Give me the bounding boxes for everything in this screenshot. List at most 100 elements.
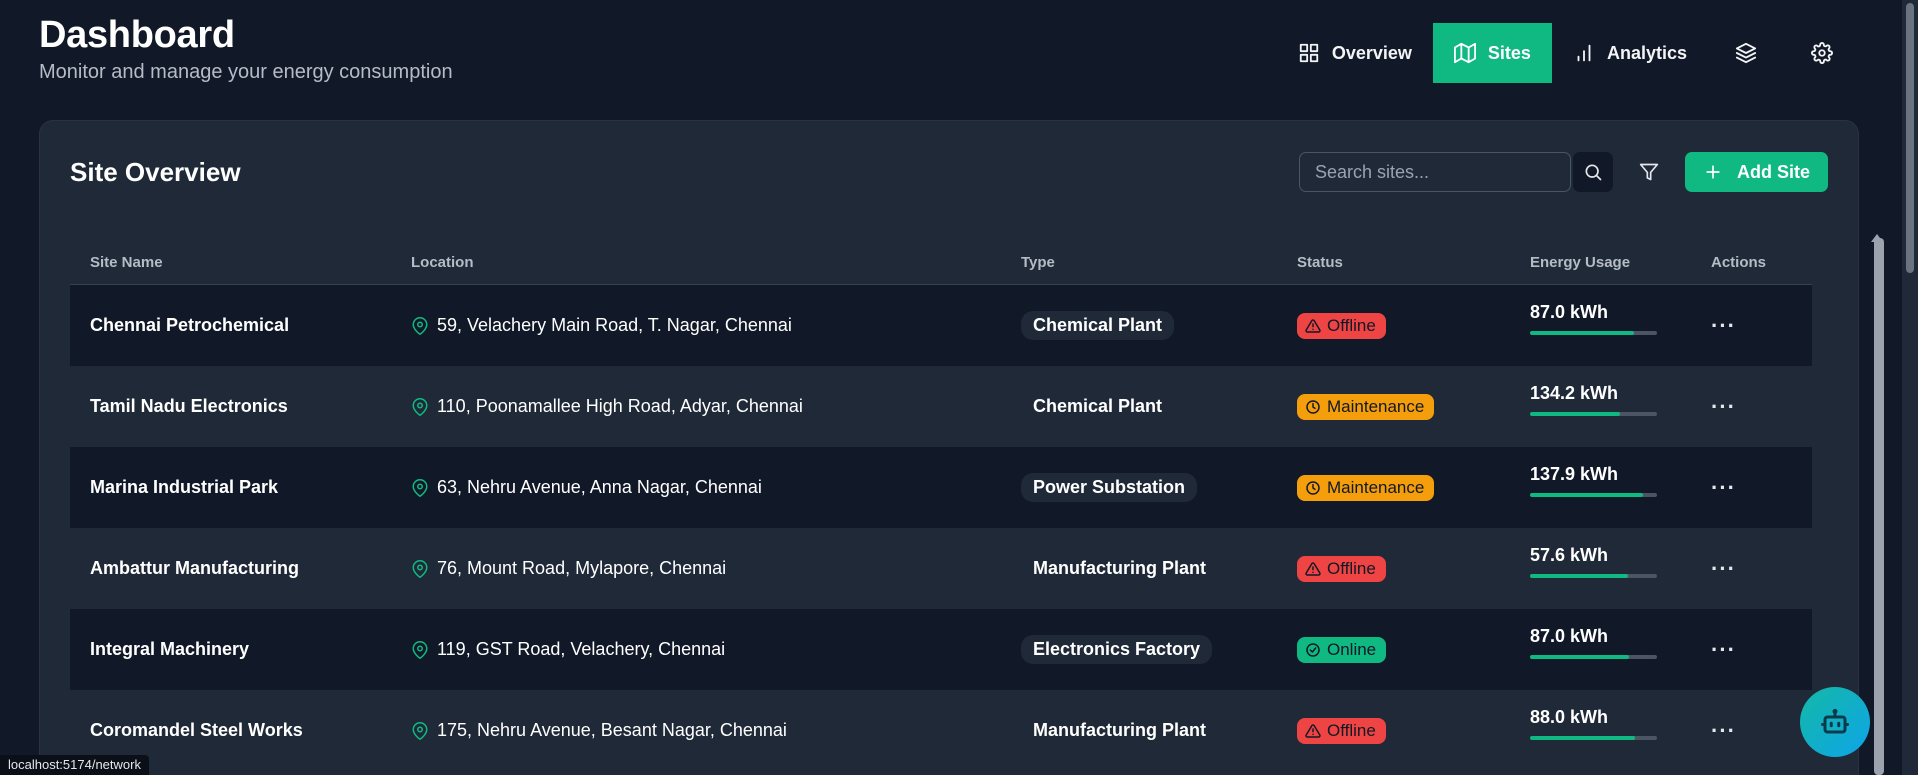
site-energy: 137.9 kWh (1530, 464, 1698, 497)
more-actions-icon[interactable]: ··· (1711, 556, 1736, 581)
status-badge-label: Offline (1327, 315, 1376, 335)
site-location-text: 110, Poonamallee High Road, Adyar, Chenn… (437, 396, 803, 416)
energy-progress-fill (1530, 655, 1630, 659)
column-header-energy-usage[interactable]: Energy Usage (1530, 254, 1698, 271)
page-subtitle: Monitor and manage your energy consumpti… (39, 61, 453, 83)
column-header-type[interactable]: Type (1021, 254, 1297, 271)
clock-icon (1306, 399, 1320, 414)
search-icon (1585, 164, 1602, 181)
site-actions: ··· (1698, 313, 1812, 339)
table-row[interactable]: Marina Industrial Park 63, Nehru Avenue,… (70, 447, 1812, 528)
site-location: 175, Nehru Avenue, Besant Nagar, Chennai (411, 720, 1021, 741)
layers-icon (1735, 42, 1757, 64)
table-row[interactable]: Tamil Nadu Electronics 110, Poonamallee … (70, 366, 1812, 447)
settings-button[interactable] (1784, 23, 1860, 83)
energy-progress-bar (1530, 736, 1657, 740)
nav-sites-label: Sites (1487, 42, 1531, 63)
plus-icon (1706, 165, 1720, 179)
more-actions-icon[interactable]: ··· (1711, 475, 1736, 500)
card-title: Site Overview (70, 157, 241, 187)
energy-progress-fill (1530, 736, 1636, 740)
table-row[interactable]: Coromandel Steel Works 175, Nehru Avenue… (70, 690, 1812, 771)
site-type-pill: Manufacturing Plant (1033, 558, 1207, 578)
column-header-location[interactable]: Location (411, 254, 1021, 271)
more-actions-icon[interactable]: ··· (1711, 718, 1736, 743)
site-actions: ··· (1698, 556, 1812, 582)
status-badge-label: Offline (1327, 558, 1376, 578)
table-row[interactable]: Chennai Petrochemical 59, Velachery Main… (70, 285, 1812, 366)
add-site-button[interactable]: Add Site (1684, 152, 1828, 192)
column-header-actions: Actions (1711, 254, 1767, 271)
filter-icon (1639, 163, 1659, 181)
site-type: Manufacturing Plant (1021, 716, 1297, 745)
assistant-bot-button[interactable] (1800, 687, 1870, 757)
site-name: Ambattur Manufacturing (90, 558, 299, 578)
table-header: Site Name Location Type Status Energy Us… (70, 241, 1812, 285)
site-location-text: 175, Nehru Avenue, Besant Nagar, Chennai (437, 720, 787, 740)
grid-icon (1299, 43, 1319, 63)
more-actions-icon[interactable]: ··· (1711, 394, 1736, 419)
site-type-pill: Power Substation (1021, 473, 1198, 502)
map-icon (1453, 42, 1476, 64)
table-body: Chennai Petrochemical 59, Velachery Main… (70, 285, 1812, 771)
energy-progress-bar (1530, 574, 1657, 578)
nav-analytics[interactable]: Analytics (1552, 23, 1708, 83)
site-name: Tamil Nadu Electronics (90, 396, 288, 416)
status-badge-label: Maintenance (1327, 396, 1425, 416)
site-type-pill: Electronics Factory (1021, 635, 1213, 664)
dashboard-page: Dashboard Monitor and manage your energy… (0, 0, 1918, 775)
card-toolbar: Add Site (1298, 151, 1828, 193)
site-status: Offline (1297, 312, 1530, 339)
site-name: Integral Machinery (90, 639, 250, 659)
site-actions: ··· (1698, 475, 1812, 501)
more-actions-icon[interactable]: ··· (1711, 313, 1736, 338)
map-pin-icon (412, 640, 428, 659)
map-pin-icon (412, 316, 428, 335)
status-badge: Offline (1297, 312, 1386, 339)
more-actions-icon[interactable]: ··· (1711, 637, 1736, 662)
site-type: Power Substation (1021, 473, 1297, 502)
alert-triangle-icon (1305, 318, 1321, 333)
status-badge-label: Offline (1327, 720, 1376, 740)
site-type-pill: Chemical Plant (1021, 311, 1175, 340)
site-energy: 87.0 kWh (1530, 626, 1698, 659)
table-row[interactable]: Ambattur Manufacturing 76, Mount Road, M… (70, 528, 1812, 609)
top-nav: Overview Sites Analytics (1277, 23, 1860, 83)
add-site-label: Add Site (1736, 161, 1810, 182)
table-scrollbar[interactable] (1874, 238, 1884, 775)
site-name: Chennai Petrochemical (90, 315, 290, 335)
status-badge-label: Maintenance (1327, 477, 1425, 497)
site-status: Offline (1297, 717, 1530, 744)
site-location-text: 63, Nehru Avenue, Anna Nagar, Chennai (437, 477, 762, 497)
nav-overview[interactable]: Overview (1277, 23, 1433, 83)
clock-icon (1306, 480, 1320, 495)
site-type: Chemical Plant (1021, 311, 1297, 340)
energy-progress-bar (1530, 412, 1657, 416)
search-input[interactable] (1298, 152, 1571, 192)
energy-value: 88.0 kWh (1530, 707, 1609, 727)
site-status: Maintenance (1297, 393, 1530, 420)
scroll-up-arrow[interactable] (1871, 234, 1883, 242)
energy-progress-bar (1530, 493, 1657, 497)
filter-button[interactable] (1613, 151, 1685, 193)
site-type: Manufacturing Plant (1021, 554, 1297, 583)
browser-status-url: localhost:5174/network (0, 755, 149, 775)
nav-overview-label: Overview (1331, 42, 1412, 63)
site-location-text: 76, Mount Road, Mylapore, Chennai (437, 558, 727, 578)
site-type: Chemical Plant (1021, 392, 1297, 421)
map-pin-icon (412, 559, 428, 578)
table-row[interactable]: Integral Machinery 119, GST Road, Velach… (70, 609, 1812, 690)
site-type: Electronics Factory (1021, 635, 1297, 664)
page-scrollbar-thumb[interactable] (1906, 3, 1914, 273)
layers-button[interactable] (1708, 23, 1784, 83)
alert-triangle-icon (1305, 561, 1321, 576)
site-actions: ··· (1698, 637, 1812, 663)
column-header-status[interactable]: Status (1297, 254, 1530, 271)
column-header-site-name[interactable]: Site Name (70, 254, 411, 271)
status-badge: Online (1297, 636, 1387, 663)
status-badge: Offline (1297, 717, 1386, 744)
page-scrollbar-track[interactable] (1902, 0, 1918, 775)
search-button[interactable] (1572, 152, 1613, 192)
site-energy: 134.2 kWh (1530, 383, 1698, 416)
nav-sites[interactable]: Sites (1432, 23, 1552, 83)
